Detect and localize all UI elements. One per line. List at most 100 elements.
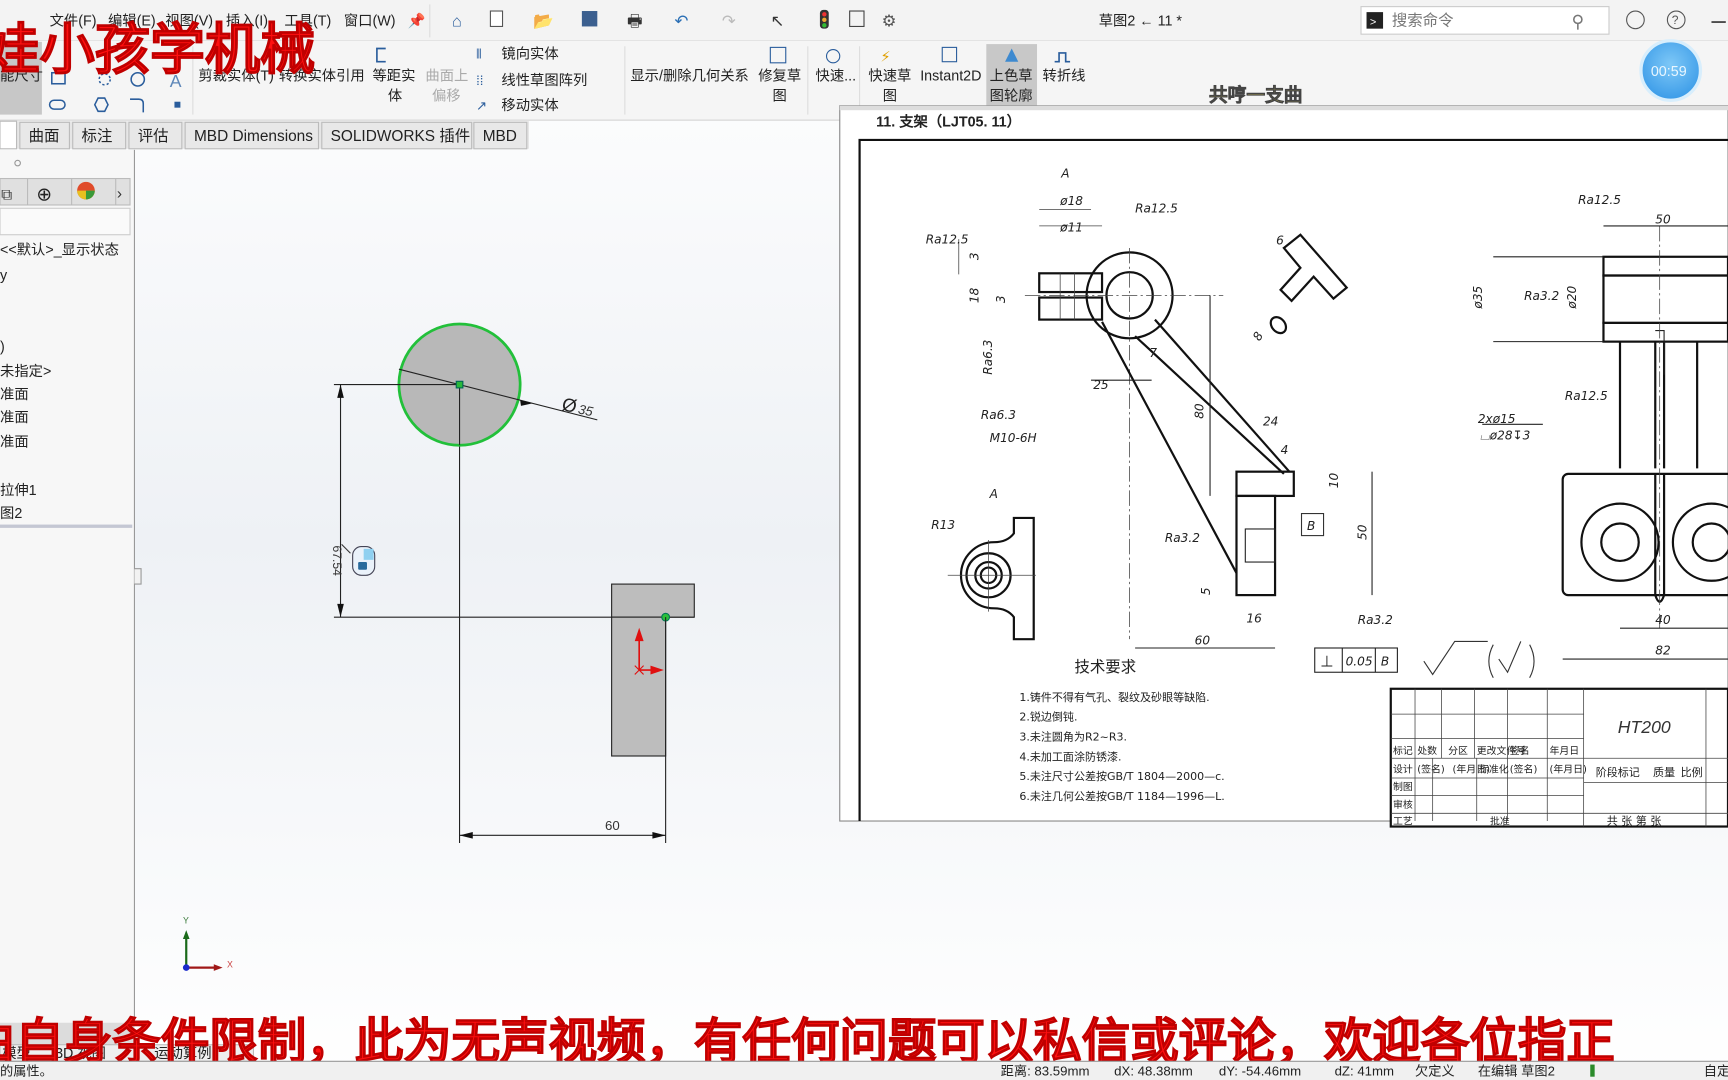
- command-manager-tabs: 曲面 标注 评估 MBD Dimensions SOLIDWORKS 插件 MBD: [0, 120, 529, 150]
- drawing-label: 4: [1281, 443, 1289, 457]
- tree-item[interactable]: 图2: [0, 506, 22, 522]
- title-block-header: 处数: [1417, 744, 1437, 757]
- title-block-cell: (签名): [1417, 763, 1445, 776]
- configuration-manager-icon[interactable]: ⧉: [1, 186, 12, 203]
- panel-splitter[interactable]: [0, 524, 133, 528]
- perpendicularity-symbol: ⊥: [1320, 654, 1333, 671]
- title-block-row-label: 审核: [1393, 798, 1413, 811]
- expand-panel-arrow-icon[interactable]: ›: [117, 185, 122, 202]
- label: 图轮廓: [990, 87, 1033, 104]
- dimxpert-target-icon[interactable]: ⊕: [36, 184, 52, 205]
- tree-item[interactable]: <<默认>_显示状态: [0, 242, 119, 259]
- panel-collapse-handle[interactable]: [134, 568, 142, 585]
- new-document-icon[interactable]: [489, 10, 504, 27]
- save-icon[interactable]: [581, 11, 598, 27]
- document-title: 草图2 ← 11 *: [1099, 12, 1183, 29]
- title-block-header: 签名: [1510, 744, 1530, 757]
- tab-label: SOLIDWORKS 插件: [331, 127, 471, 145]
- open-icon[interactable]: 📂: [533, 11, 554, 30]
- move-icon: ↗: [476, 98, 487, 113]
- status-bar: 的属性。 距离: 83.59mm dX: 48.38mm dY: -54.46m…: [0, 1060, 1728, 1080]
- mirror-entities-button[interactable]: 镜向实体: [501, 45, 558, 62]
- drawing-label: Ra6.3: [981, 408, 1016, 422]
- tree-item[interactable]: 准面: [0, 409, 29, 426]
- select-cursor-icon[interactable]: ↖: [770, 11, 784, 30]
- move-entities-button[interactable]: 移动实体: [501, 97, 558, 114]
- tree-item[interactable]: y: [0, 268, 8, 284]
- tab-label: 评估: [138, 127, 169, 145]
- linear-sketch-pattern-button[interactable]: 线性草图阵列: [501, 72, 587, 89]
- status-dz: dZ: 41mm: [1335, 1064, 1395, 1079]
- svg-text:?: ?: [1672, 13, 1679, 27]
- drawing-label: R13: [931, 518, 955, 532]
- sketch-rectangle-top[interactable]: [611, 583, 695, 618]
- tree-item[interactable]: ): [0, 340, 5, 356]
- title-block-row-label: 批准: [1490, 814, 1510, 827]
- drawing-label: 3: [968, 252, 982, 260]
- label: 等距实: [372, 66, 415, 84]
- title-block-cell: 设计: [1393, 763, 1413, 776]
- status-definition-state: 欠定义: [1415, 1064, 1455, 1079]
- label: Instant2D: [920, 68, 981, 84]
- search-commands-input[interactable]: > 搜索命令 ⚲: [1360, 6, 1610, 35]
- label: 上色草: [990, 67, 1033, 84]
- drawing-label: M10-6H: [990, 431, 1037, 445]
- tech-requirement-item: 5.未注尺寸公差按GB/T 1804—2000—c.: [1019, 769, 1224, 783]
- svg-text:>: >: [1370, 16, 1376, 28]
- tree-item[interactable]: 准面: [0, 386, 29, 403]
- tree-item[interactable]: 未指定>: [0, 363, 51, 380]
- tree-filter-input[interactable]: [0, 207, 131, 236]
- drawing-label: 80: [1192, 403, 1206, 419]
- drawing-label: 2xø15: [1478, 412, 1516, 426]
- point-tool-icon[interactable]: [174, 101, 181, 108]
- drawing-label: 6: [1276, 234, 1284, 248]
- pin-icon[interactable]: 📌: [408, 11, 426, 29]
- title-block-cell: 阶段标记: [1596, 765, 1640, 779]
- drawing-label: 82: [1655, 644, 1670, 658]
- display-delete-relations-button[interactable]: 显示/删除几何关系: [630, 67, 748, 84]
- title-block-cell: (签名): [1510, 763, 1538, 776]
- tab-sketch[interactable]: [0, 120, 18, 150]
- rebuild-indicator-icon: [1590, 1064, 1595, 1077]
- tech-requirement-item: 6.未注几何公差按GB/T 1184—1996—L.: [1019, 789, 1224, 803]
- display-manager-icon[interactable]: [77, 181, 95, 200]
- quick-snaps-button[interactable]: 快速...: [816, 67, 857, 84]
- y-axis-label: Y: [183, 916, 189, 926]
- vertical-dimension[interactable]: 67.54: [330, 546, 344, 577]
- tree-item[interactable]: 准面: [0, 433, 29, 450]
- x-axis-label: X: [227, 960, 233, 970]
- title-block-cell: 质量: [1653, 766, 1675, 779]
- label: 快速草: [868, 67, 911, 84]
- title-block-header: 标记: [1393, 745, 1413, 757]
- status-message: 的属性。: [0, 1064, 53, 1079]
- redo-icon[interactable]: ↷: [722, 11, 736, 30]
- status-distance: 距离: 83.59mm: [1001, 1063, 1090, 1079]
- feature-manager-panel: ⧉ ⊕ › <<默认>_显示状态y)未指定>准面准面准面拉伸1图2: [0, 149, 142, 1023]
- undo-icon[interactable]: ↶: [674, 11, 688, 30]
- drawing-label: 7: [1149, 346, 1157, 360]
- reference-drawing-window[interactable]: 11. 支架（LJT05. 11） Aø18ø11Ra12.5Ra12.5318…: [839, 105, 1728, 828]
- drawing-label: Ra3.2: [1524, 289, 1559, 303]
- drawing-label: Ra12.5: [1135, 202, 1178, 216]
- gear-icon[interactable]: ⚙: [882, 11, 897, 30]
- title-block: HT200 标记 处数 分区 更改文件号签名 年月日设计 (签名) (年月日)标准化 (签名)…: [1389, 687, 1728, 828]
- print-icon[interactable]: 🖶: [627, 11, 643, 30]
- circle-center-point[interactable]: [455, 380, 464, 389]
- drawing-title: 11. 支架（LJT05. 11）: [876, 113, 1021, 131]
- home-icon[interactable]: ⌂: [452, 11, 462, 30]
- title-block-cell: 比例: [1681, 765, 1703, 779]
- units-selector[interactable]: 自定义: [1704, 1064, 1728, 1079]
- horizontal-dimension[interactable]: 60: [605, 818, 620, 833]
- menu-window[interactable]: 窗口(W): [344, 11, 396, 29]
- drawing-label: 25: [1093, 378, 1109, 392]
- search-placeholder: 搜索命令: [1392, 11, 1454, 29]
- tolerance-datum: B: [1381, 655, 1389, 669]
- drawing-label: Ra3.2: [1358, 613, 1393, 627]
- recording-timer: 00:59: [1639, 39, 1703, 102]
- status-dy: dY: -54.46mm: [1219, 1064, 1301, 1079]
- tree-item[interactable]: 拉伸1: [0, 482, 37, 499]
- search-icon[interactable]: ⚲: [1572, 12, 1585, 32]
- drawing-label: ø35: [1471, 285, 1485, 309]
- rebuild-traffic-light-icon[interactable]: [819, 9, 829, 29]
- status-dx: dX: 48.38mm: [1114, 1064, 1193, 1079]
